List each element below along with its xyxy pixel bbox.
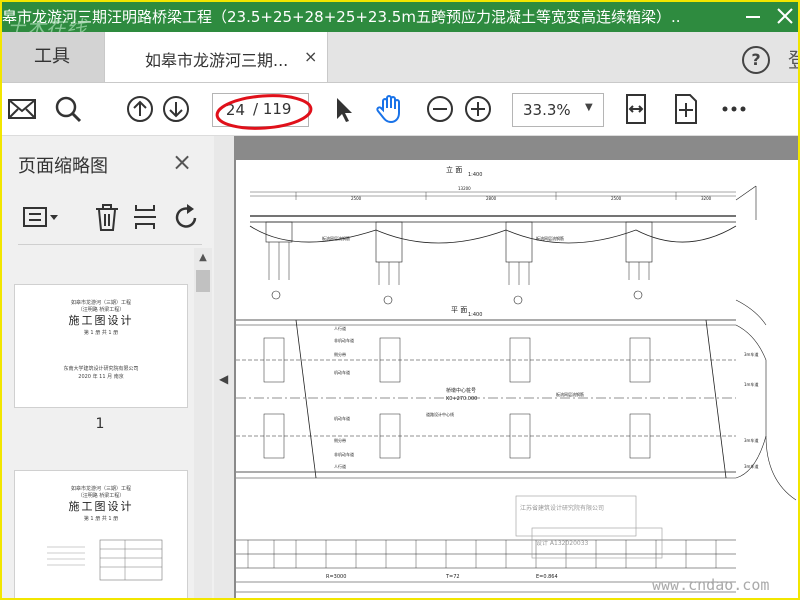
fit-width-icon[interactable]: [620, 93, 652, 125]
window-close-button[interactable]: [774, 5, 796, 27]
panel-collapse-strip[interactable]: ◀: [214, 136, 234, 600]
thumb-text: 如皋市龙游河（三期）工程: [70, 486, 131, 492]
lane-label: 侧分带: [334, 437, 346, 443]
document-view[interactable]: 立 面 1:400 13200 2500 2800 2500 3200 平 面 …: [234, 136, 800, 600]
thumb-text: 第 1 册 共 1 册: [83, 330, 119, 336]
span-label: 3200: [701, 196, 712, 201]
select-arrow-icon[interactable]: [328, 93, 360, 125]
elevation-title: 立 面: [446, 165, 462, 174]
callout-label: 板流网层流钢筋: [322, 235, 350, 241]
lane-label: 侧分带: [334, 351, 346, 357]
chevron-down-icon: ▼: [585, 102, 593, 113]
minimize-icon: [746, 16, 760, 18]
seal-stamp: 设计 A132020033: [536, 539, 589, 547]
lane-label: 机动车道: [334, 369, 350, 375]
zoom-select[interactable]: 33.3% ▼: [512, 93, 604, 127]
callout-label: 板流网层流钢筋: [536, 235, 564, 241]
close-icon: [777, 8, 793, 24]
curve-value: T=72: [445, 574, 460, 580]
minimize-button[interactable]: [742, 5, 764, 27]
page-thumbnail[interactable]: 如皋市龙游河（三期）工程 （汪明路 桥梁工程） 施工图设计 第 1 册 共 1 …: [14, 284, 188, 408]
hand-tool-icon[interactable]: [374, 93, 406, 125]
toolbar: / 119 33.3% ▼: [0, 83, 800, 136]
engineering-drawing: 立 面 1:400 13200 2500 2800 2500 3200 平 面 …: [236, 160, 800, 600]
zoom-out-icon[interactable]: [424, 93, 456, 125]
page-up-icon[interactable]: [124, 93, 156, 125]
road-center-label: 道路设计中心线: [426, 411, 454, 417]
lane-label: 人行道: [334, 463, 346, 469]
seal-stamp: 江苏省建筑设计研究院有限公司: [520, 504, 604, 512]
thumbnail-panel: 页面缩略图 × 如皋市龙游河（三期）工程 （汪明路 桥梁工程） 施工图设计 第 …: [0, 136, 214, 600]
scroll-up-arrow-icon[interactable]: ▲: [194, 252, 212, 263]
panel-divider: [18, 244, 202, 245]
thumb-heading: 施工图设计: [68, 314, 134, 327]
curve-value: R=3000: [326, 574, 346, 580]
zoom-value: 33.3%: [523, 101, 571, 119]
page-thumbnail[interactable]: 如皋市龙游河（三期）工程 （汪明路 桥梁工程） 施工图设计 第 1 册 共 1 …: [14, 470, 188, 599]
window-title: 皋市龙游河三期汪明路桥梁工程（23.5+25+28+25+23.5m五跨预应力混…: [2, 8, 682, 26]
plan-title: 平 面: [451, 306, 467, 314]
zoom-in-icon[interactable]: [462, 93, 494, 125]
search-icon[interactable]: [52, 93, 84, 125]
more-icon[interactable]: [718, 93, 750, 125]
plan-scale: 1:400: [468, 312, 482, 318]
page-number-input[interactable]: [219, 100, 245, 120]
right-label: 3m车道: [744, 463, 758, 469]
station-label: K0+270.000: [446, 396, 477, 402]
curve-value: E=0.864: [536, 574, 558, 580]
thumbnail-page-number: 1: [95, 416, 105, 432]
thumbnail-scrollbar[interactable]: ▲: [194, 248, 212, 600]
span-label: 2500: [351, 196, 362, 201]
lane-label: 非机动车道: [334, 337, 354, 343]
help-button[interactable]: ?: [742, 46, 770, 74]
lane-label: 机动车道: [334, 415, 350, 421]
scrollbar-thumb[interactable]: [196, 270, 210, 292]
callout-label: 板流网层流钢筋: [556, 391, 584, 397]
mail-icon[interactable]: [6, 93, 38, 125]
fit-page-icon[interactable]: [670, 93, 702, 125]
tab-tools[interactable]: 工具: [0, 32, 104, 82]
thumb-text: 东南大学建筑设计研究院有限公司: [63, 366, 139, 372]
thumb-heading: 施工图设计: [68, 500, 134, 513]
rotate-page-icon[interactable]: [172, 202, 206, 232]
tab-document-label: 如皋市龙游河三期...: [145, 51, 289, 70]
panel-toolbar: [0, 196, 214, 240]
panel-close-button[interactable]: ×: [172, 148, 192, 176]
insert-page-icon[interactable]: [130, 202, 164, 232]
sign-in-label[interactable]: 登: [788, 44, 800, 73]
tab-document[interactable]: 如皋市龙游河三期... ×: [104, 32, 328, 82]
tab-strip: 工具 如皋市龙游河三期... × ? 登: [0, 32, 800, 83]
thumb-table-graphic: [47, 539, 163, 581]
lane-label: 人行道: [334, 325, 346, 331]
span-label: 2800: [486, 196, 497, 201]
collapse-left-icon[interactable]: ◀: [219, 372, 228, 386]
right-label: 3m车道: [744, 437, 758, 443]
site-watermark: www.cndao.com: [652, 576, 770, 594]
total-length: 13200: [458, 186, 471, 191]
title-bar: 皋市龙游河三期汪明路桥梁工程（23.5+25+28+25+23.5m五跨预应力混…: [0, 0, 800, 32]
panel-title: 页面缩略图: [18, 156, 108, 177]
page-total: / 119: [253, 100, 292, 118]
lane-label: 非机动车道: [334, 451, 354, 457]
thumb-text: 2020 年 11 月 南京: [78, 374, 124, 380]
page-number-box[interactable]: / 119: [212, 93, 309, 127]
thumb-text: 第 1 册 共 1 册: [83, 516, 119, 522]
page-down-icon[interactable]: [160, 93, 192, 125]
delete-page-icon[interactable]: [92, 202, 126, 232]
center-label: 桥墩中心桩号: [446, 387, 476, 394]
elevation-scale: 1:400: [468, 172, 482, 178]
thumbnail-options-icon[interactable]: [22, 202, 58, 232]
span-label: 2500: [611, 196, 622, 201]
tab-close-button[interactable]: ×: [304, 47, 317, 66]
right-label: 3m车道: [744, 351, 758, 357]
right-label: 1m车道: [744, 381, 758, 387]
thumb-text: 如皋市龙游河（三期）工程: [70, 300, 131, 306]
